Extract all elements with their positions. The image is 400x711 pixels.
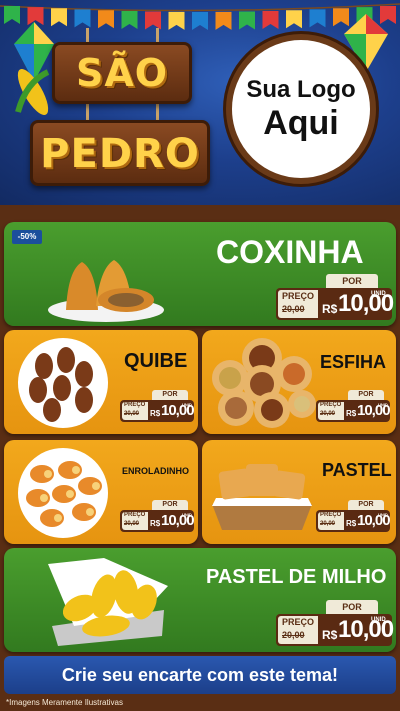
price-unit: UNID <box>378 402 388 407</box>
currency-symbol: R$ <box>346 519 357 528</box>
bunting-flag <box>262 10 279 29</box>
cta-banner[interactable]: Crie seu encarte com este tema! <box>4 656 396 694</box>
product-card-enroladinho: ENROLADINHO POR PREÇO 20,00 R$ 10,00 UNI… <box>4 440 198 544</box>
price-por-label: POR <box>348 500 384 510</box>
price-tag: POR PREÇO 20,00 R$ 10,00 UNID <box>120 390 195 424</box>
bunting-flag <box>168 11 185 30</box>
currency-symbol: R$ <box>346 409 357 418</box>
price-unit: UNID <box>378 512 388 517</box>
product-name: PASTEL <box>322 460 392 480</box>
old-price: 20,00 <box>282 630 305 640</box>
price-unit: UNID <box>371 291 386 297</box>
price-unit: UNID <box>182 402 192 407</box>
product-name: ESFIHA <box>320 352 387 372</box>
esfiha-image <box>212 338 316 428</box>
old-price: 20,00 <box>320 521 336 527</box>
title-line-2: PEDRO <box>40 131 200 177</box>
price-preco-label: PREÇO <box>282 617 315 627</box>
pastel-basket-image <box>212 464 312 530</box>
price-por-label: POR <box>326 274 378 288</box>
product-card-pastel: PASTEL POR PREÇO 20,00 R$ 10,00 UNID <box>202 440 396 544</box>
price-por-label: POR <box>326 600 378 614</box>
price-preco-label: PREÇO <box>124 512 146 518</box>
discount-badge: -50% <box>12 230 42 244</box>
old-price: 20,00 <box>282 304 305 314</box>
price-por-label: POR <box>348 390 384 400</box>
price-tag: POR PREÇO 20,00 R$ 10,00 UNID <box>316 500 391 534</box>
price-preco-label: PREÇO <box>282 291 315 301</box>
price-preco-label: PREÇO <box>124 402 146 408</box>
old-price: 20,00 <box>124 521 140 527</box>
bunting-flag <box>309 9 326 28</box>
price-preco-label: PREÇO <box>320 512 342 518</box>
currency-symbol: R$ <box>322 628 338 642</box>
bunting-flag <box>121 10 138 29</box>
currency-symbol: R$ <box>150 519 161 528</box>
sign-board-bottom: PEDRO <box>30 120 210 186</box>
old-price: 20,00 <box>320 411 336 417</box>
product-name: ENROLADINHO <box>122 466 189 476</box>
price-unit: UNID <box>371 617 386 623</box>
logo-text-line-1: Sua Logo <box>246 76 356 103</box>
disclaimer-text: *Imagens Meramente Ilustrativas <box>6 698 123 707</box>
bunting-flag <box>215 11 232 30</box>
price-unit: UNID <box>182 512 192 517</box>
price-tag: POR PREÇO 20,00 R$ 10,00 UNID <box>120 500 195 534</box>
sao-pedro-sign: SÃO PEDRO <box>30 28 210 192</box>
festa-bunting-flags <box>0 3 400 30</box>
product-name: QUIBE <box>124 350 188 372</box>
bunting-flag <box>286 10 302 29</box>
pastel-de-milho-basket-image <box>48 558 168 646</box>
product-name: PASTEL DE MILHO <box>206 566 387 588</box>
product-card-quibe: QUIBE POR PREÇO 20,00 R$ 10,00 UNID <box>4 330 198 434</box>
currency-symbol: R$ <box>150 409 161 418</box>
price-tag: POR PREÇO 20,00 R$ 10,00 UNID <box>276 274 394 322</box>
currency-symbol: R$ <box>322 302 338 316</box>
bunting-flag <box>74 9 91 28</box>
enroladinho-plate-image <box>18 448 108 538</box>
bunting-flag <box>145 11 161 30</box>
header-banner: SÃO PEDRO Sua Logo Aqui <box>0 0 400 205</box>
product-card-esfiha: ESFIHA POR PREÇO 20,00 R$ 10,00 UNID <box>202 330 396 434</box>
bunting-flag <box>98 10 114 29</box>
old-price: 20,00 <box>124 411 140 417</box>
coxinha-plate-image <box>48 260 164 322</box>
product-card-pastel-de-milho: PASTEL DE MILHO POR PREÇO 20,00 R$ 10,00… <box>4 548 396 652</box>
logo-text-line-2: Aqui <box>263 104 339 142</box>
product-name: COXINHA <box>216 234 364 270</box>
price-tag: POR PREÇO 20,00 R$ 10,00 UNID <box>316 390 391 424</box>
bunting-flag <box>239 11 255 30</box>
price-por-label: POR <box>152 500 188 510</box>
price-por-label: POR <box>152 390 188 400</box>
logo-placeholder: Sua Logo Aqui <box>226 34 376 184</box>
price-preco-label: PREÇO <box>320 402 342 408</box>
price-tag: POR PREÇO 20,00 R$ 10,00 UNID <box>276 600 394 648</box>
sign-board-top: SÃO <box>52 42 192 104</box>
title-line-1: SÃO <box>75 51 169 95</box>
quibe-plate-image <box>18 338 108 428</box>
product-card-coxinha: -50% COXINHA POR PREÇO 20,00 R$ 10,00 UN… <box>4 222 396 326</box>
bunting-flag <box>192 12 208 30</box>
